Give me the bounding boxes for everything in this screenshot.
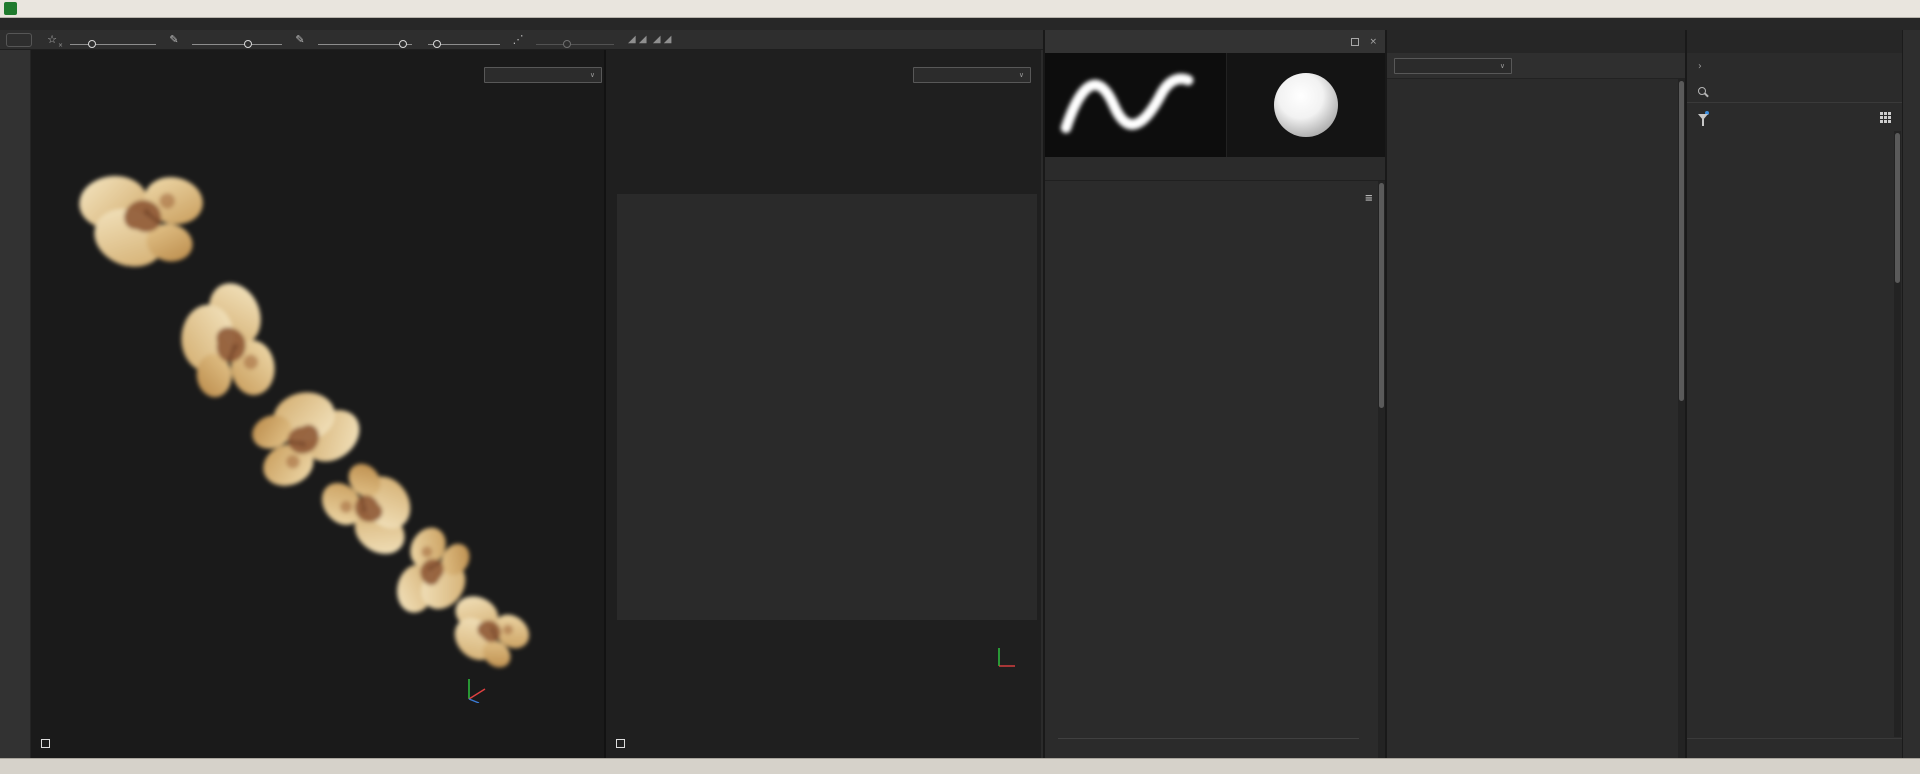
popcorn-texture-2d	[617, 194, 1037, 620]
viewport-3d[interactable]: ∨	[31, 50, 606, 758]
layers-tabbar	[1387, 30, 1685, 53]
search-icon	[1698, 87, 1706, 95]
properties-header: ×	[1045, 30, 1385, 53]
layers-panel: ∨	[1385, 30, 1685, 758]
assets-tabbar	[1687, 30, 1902, 53]
brush-tip-icon-2[interactable]: ✎	[290, 33, 310, 46]
stroke-preview	[1045, 53, 1227, 157]
toolbar-distance-group	[536, 30, 614, 49]
layers-list	[1387, 79, 1685, 758]
viewport-2d[interactable]: ∨	[606, 50, 1041, 758]
toolbar-size-group	[70, 30, 156, 49]
layers-controls: ∨	[1387, 53, 1685, 79]
properties-scrollbar[interactable]	[1378, 181, 1385, 758]
stroke-shape-icon[interactable]: ☆×	[42, 33, 62, 46]
viewport-2d-material-dropdown[interactable]: ∨	[913, 67, 1031, 83]
toolbar-spacing-group	[428, 30, 500, 49]
asset-search[interactable]	[1687, 79, 1902, 103]
menu-bar	[0, 18, 1920, 30]
falloff-preset-icons[interactable]: ◢ ◢ ◢ ◢	[628, 34, 671, 45]
library-breadcrumb[interactable]: ›	[1687, 53, 1902, 79]
viewport-3d-material-dropdown[interactable]: ∨	[484, 67, 602, 83]
section-menu-icon[interactable]: ≡	[1365, 193, 1373, 204]
spacing-slider[interactable]	[428, 40, 500, 49]
size-slider[interactable]	[70, 40, 156, 49]
properties-tabs	[1045, 157, 1385, 181]
workspace: ∨ ∨	[0, 50, 1043, 758]
axis-gizmo-3d	[463, 673, 489, 703]
title-bar	[0, 0, 1920, 18]
mask-label-2d	[616, 739, 629, 748]
brush-tip-icon[interactable]: ✎	[164, 33, 184, 46]
tool-preset-slot[interactable]	[6, 33, 32, 47]
toolbar-flow-group	[192, 30, 282, 49]
status-bar	[0, 758, 1920, 774]
properties-panel: × ≡	[1043, 30, 1385, 758]
asset-filter-row	[1687, 103, 1902, 131]
grid-view-icon[interactable]	[1880, 112, 1891, 123]
app-icon	[4, 2, 17, 15]
close-icon[interactable]: ×	[1369, 37, 1377, 47]
flow-slider[interactable]	[192, 40, 282, 49]
chevron-right-icon: ›	[1698, 61, 1702, 72]
toolbar-stroke-opacity-group	[318, 30, 412, 49]
axis-gizmo-2d	[995, 644, 1019, 670]
popout-icon[interactable]	[1351, 38, 1359, 46]
distance-dots-icon[interactable]: ⋰	[508, 33, 528, 46]
chevron-down-icon: ∨	[590, 71, 595, 79]
chevron-down-icon: ∨	[1500, 62, 1505, 70]
brush-toolbar: ☆× ✎ ✎ ⋰ ◢ ◢ ◢	[0, 30, 1043, 50]
material-sphere-preview	[1227, 53, 1385, 157]
left-column: ☆× ✎ ✎ ⋰ ◢ ◢ ◢	[0, 30, 1043, 758]
popcorn-3d-render	[31, 50, 606, 755]
main-content: ☆× ✎ ✎ ⋰ ◢ ◢ ◢	[0, 30, 1920, 758]
alpha-section-header[interactable]	[1058, 738, 1359, 758]
brush-preview-area	[1045, 53, 1385, 157]
assets-scrollbar[interactable]	[1894, 131, 1901, 737]
chevron-down-icon: ∨	[1019, 71, 1024, 79]
asset-grid	[1687, 131, 1902, 738]
brush-settings: ≡	[1045, 181, 1385, 758]
tool-sidebar	[0, 50, 31, 758]
brush-section-header: ≡	[1058, 189, 1359, 207]
stroke-opacity-slider[interactable]	[318, 40, 412, 49]
layers-scrollbar[interactable]	[1678, 79, 1685, 758]
dock-strip	[1902, 30, 1920, 758]
channel-dropdown[interactable]: ∨	[1394, 58, 1512, 74]
assets-panel: ›	[1685, 30, 1902, 758]
distance-slider[interactable]	[536, 40, 614, 49]
filter-funnel-icon[interactable]	[1698, 114, 1708, 120]
mask-label-3d	[41, 739, 54, 748]
assets-bottom-bar	[1687, 738, 1902, 758]
